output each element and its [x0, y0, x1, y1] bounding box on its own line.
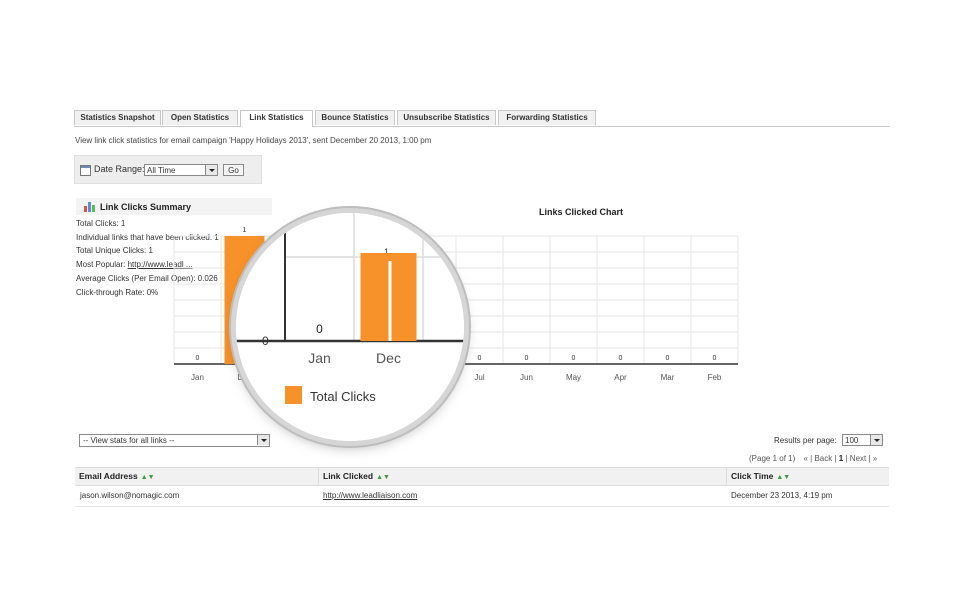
column-label: Click Time	[731, 471, 774, 481]
x-tick-label-apr: Apr	[614, 373, 627, 382]
column-label: Email Address	[79, 471, 138, 481]
cell-link: http://www.leadliaison.com	[323, 491, 417, 500]
results-per-page-value: 100	[845, 436, 859, 445]
data-label-jan: 0	[196, 355, 200, 362]
page-info: (Page 1 of 1)	[749, 454, 796, 463]
column-link-clicked[interactable]: Link Clicked ▲▼	[323, 471, 390, 481]
data-label-jun: 0	[525, 355, 529, 362]
column-label: Link Clicked	[323, 471, 374, 481]
sort-arrows-icon[interactable]: ▲▼	[376, 474, 390, 481]
current-page: 1	[838, 454, 844, 463]
sort-arrows-icon[interactable]: ▲▼	[776, 474, 790, 481]
cell-click-time: December 23 2013, 4:19 pm	[731, 491, 833, 500]
table-row: jason.wilson@nomagic.com http://www.lead…	[75, 486, 889, 507]
x-tick-label-jul: Jul	[474, 373, 484, 382]
legend-swatch	[285, 386, 302, 404]
table-header: Email Address ▲▼ Link Clicked ▲▼ Click Tim…	[75, 467, 889, 486]
chevron-down-icon	[257, 435, 269, 445]
column-click-time[interactable]: Click Time ▲▼	[731, 471, 790, 481]
legend-label: Total Clicks	[310, 389, 376, 404]
lens-y-tick-label: 0	[262, 334, 269, 348]
data-label-jul: 0	[478, 355, 482, 362]
lens-x-tick-label-dec: Dec	[376, 350, 401, 366]
lens-x-tick-label-jan: Jan	[308, 350, 331, 366]
column-divider	[726, 468, 727, 485]
chevron-down-icon	[870, 435, 882, 445]
lens-data-label-jan: 0	[316, 322, 323, 336]
magnifier-lens: 0 1 0 Jan Dec Total Clicks	[236, 213, 464, 441]
x-tick-label-jan: Jan	[191, 373, 204, 382]
link-filter-select[interactable]: -- View stats for all links --	[79, 434, 270, 447]
clicked-link[interactable]: http://www.leadliaison.com	[323, 491, 417, 500]
links-clicked-chart: 0Jan1Dec0Nov0Oct0Sep0Aug0Jul0Jun0May0Apr…	[173, 227, 739, 382]
cell-email: jason.wilson@nomagic.com	[80, 491, 180, 500]
x-tick-label-jun: Jun	[520, 373, 533, 382]
data-label-may: 0	[572, 355, 576, 362]
next-link[interactable]: Next | »	[850, 454, 877, 463]
results-per-page-select[interactable]: 100	[842, 434, 883, 446]
lens-background	[236, 213, 464, 441]
pagination: (Page 1 of 1) « | Back | 1 | Next | »	[749, 454, 878, 463]
back-link[interactable]: « | Back	[803, 454, 832, 463]
results-per-page-label: Results per page:	[774, 436, 837, 445]
data-label-feb: 0	[713, 355, 717, 362]
data-label-mar: 0	[666, 355, 670, 362]
data-label-apr: 0	[619, 355, 623, 362]
column-divider	[318, 468, 319, 485]
x-tick-label-feb: Feb	[708, 373, 722, 382]
x-tick-label-may: May	[566, 373, 581, 382]
x-tick-label-mar: Mar	[661, 373, 675, 382]
column-email-address[interactable]: Email Address ▲▼	[79, 471, 155, 481]
magnified-chart: 010Jan DecTotal Clicks	[236, 213, 464, 441]
sort-arrows-icon[interactable]: ▲▼	[141, 474, 155, 481]
link-filter-value: -- View stats for all links --	[83, 436, 175, 445]
